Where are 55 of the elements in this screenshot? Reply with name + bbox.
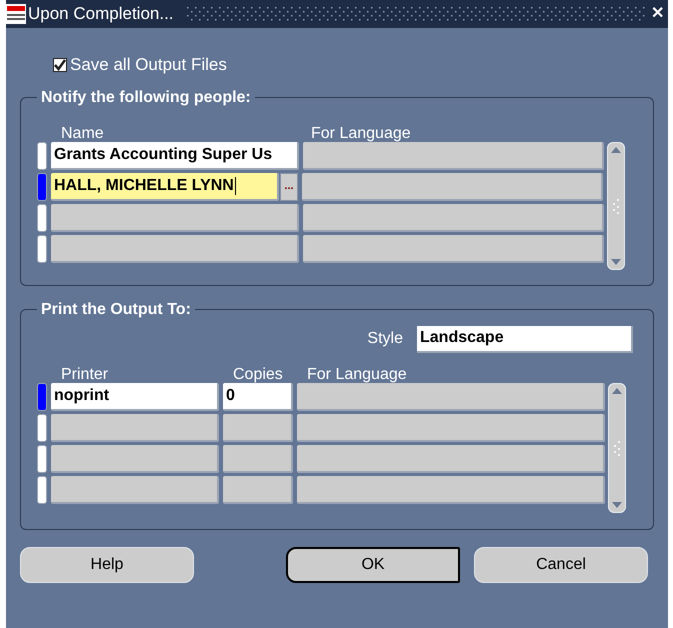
copies-field[interactable] — [223, 444, 293, 472]
printer-field[interactable] — [51, 476, 219, 504]
row-indicator[interactable] — [37, 382, 47, 410]
style-field[interactable]: Landscape — [417, 326, 633, 352]
printer-field[interactable] — [51, 414, 219, 442]
dialog-button[interactable]: OK — [286, 546, 460, 582]
scroll-up-icon[interactable] — [611, 386, 623, 394]
copies-field[interactable] — [223, 476, 293, 504]
window-title: Upon Completion... — [28, 3, 174, 26]
copies-field[interactable]: 0 — [223, 382, 293, 410]
language-field[interactable] — [297, 444, 605, 472]
name-field[interactable]: Grants Accounting Super Us — [51, 142, 299, 170]
row-indicator[interactable] — [37, 444, 47, 472]
language-field[interactable] — [297, 382, 605, 410]
dialog-button[interactable]: Cancel — [474, 546, 648, 582]
name-field[interactable] — [51, 234, 299, 262]
scroll-grip-icon — [612, 440, 622, 456]
close-button[interactable]: ✕ — [651, 6, 664, 22]
language-field[interactable] — [303, 204, 604, 232]
row-indicator[interactable] — [37, 414, 47, 442]
text-cursor — [234, 176, 236, 194]
scroll-grip-icon — [611, 198, 621, 214]
language-field[interactable] — [303, 234, 604, 262]
column-header: Name — [60, 124, 105, 140]
column-header: Printer — [60, 364, 110, 382]
language-field[interactable] — [303, 142, 604, 170]
row-indicator[interactable] — [37, 142, 47, 170]
row-indicator[interactable] — [37, 476, 47, 504]
field-label: Style — [367, 329, 403, 349]
group-title: Print the Output To: — [40, 300, 192, 320]
language-field[interactable] — [297, 414, 605, 442]
language-field[interactable] — [297, 476, 605, 504]
printer-field[interactable] — [51, 444, 219, 472]
column-header: For Language — [310, 124, 412, 140]
language-field[interactable] — [302, 172, 603, 200]
scrollbar[interactable] — [607, 142, 625, 270]
row-indicator[interactable] — [37, 172, 47, 200]
dialog-button[interactable]: Help — [20, 546, 194, 582]
checkbox[interactable] — [53, 58, 67, 72]
name-field[interactable] — [51, 204, 299, 232]
list-of-values-button[interactable]: ... — [280, 172, 298, 200]
printer-field[interactable]: noprint — [51, 382, 219, 410]
scrollbar[interactable] — [608, 382, 626, 512]
copies-field[interactable] — [223, 414, 293, 442]
column-header: For Language — [306, 364, 408, 382]
name-field[interactable]: HALL, MICHELLE LYNN — [51, 172, 279, 200]
column-header: Copies — [232, 364, 284, 382]
checkbox-label: Save all Output Files — [70, 54, 227, 76]
group-title: Notify the following people: — [40, 88, 252, 108]
scroll-up-icon[interactable] — [610, 146, 622, 154]
scroll-down-icon[interactable] — [611, 500, 623, 508]
scroll-down-icon[interactable] — [610, 258, 622, 266]
app-logo-icon — [6, 4, 26, 24]
row-indicator[interactable] — [37, 234, 47, 262]
row-indicator[interactable] — [37, 204, 47, 232]
